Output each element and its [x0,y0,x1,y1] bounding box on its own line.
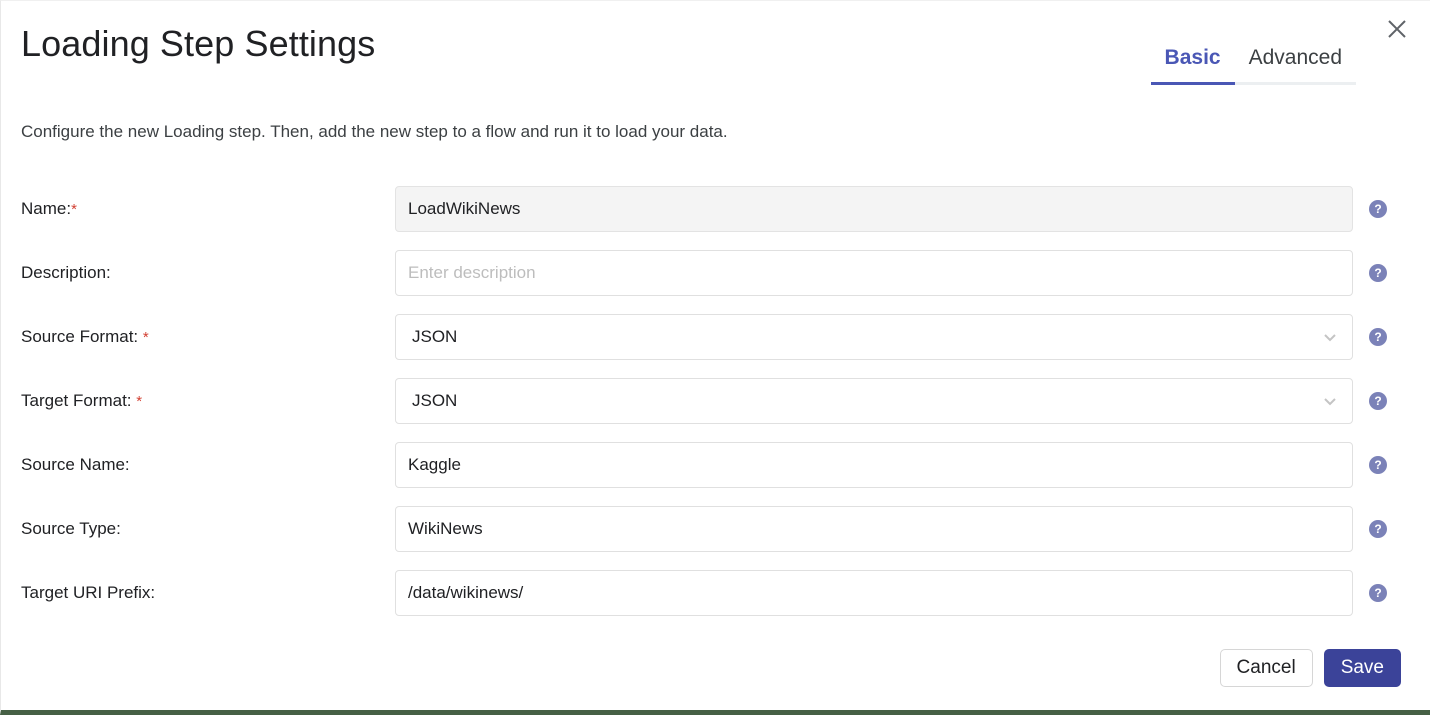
field-control-target-uri-prefix [395,570,1353,616]
help-icon-name[interactable]: ? [1369,200,1387,218]
help-icon-source-type[interactable]: ? [1369,520,1387,538]
loading-step-form: Name:* ? Description: ? Source Format: *… [1,177,1430,625]
loading-step-settings-dialog: Loading Step Settings Basic Advanced Con… [0,0,1430,715]
help-icon-description[interactable]: ? [1369,264,1387,282]
page-title: Loading Step Settings [21,22,375,66]
field-control-target-format: JSON [395,378,1353,424]
description-input[interactable] [395,250,1353,296]
dialog-instruction: Configure the new Loading step. Then, ad… [21,121,728,143]
form-row-description: Description: ? [1,241,1430,305]
help-icon-target-format[interactable]: ? [1369,392,1387,410]
help-icon-source-name[interactable]: ? [1369,456,1387,474]
field-label-source-type: Source Type: [21,518,121,540]
field-label-source-name: Source Name: [21,454,130,476]
help-icon-source-format[interactable]: ? [1369,328,1387,346]
dialog-tabs: Basic Advanced [1151,45,1356,85]
field-control-name [395,186,1353,232]
field-label-target-uri-prefix: Target URI Prefix: [21,582,155,604]
tab-basic[interactable]: Basic [1151,45,1235,85]
help-icon-target-uri-prefix[interactable]: ? [1369,584,1387,602]
name-input[interactable] [395,186,1353,232]
form-row-target-format: Target Format: * JSON ? [1,369,1430,433]
close-button[interactable] [1381,13,1413,45]
field-control-description [395,250,1353,296]
required-asterisk: * [71,201,77,218]
tab-advanced[interactable]: Advanced [1235,45,1356,85]
form-row-source-name: Source Name: ? [1,433,1430,497]
field-control-source-type [395,506,1353,552]
field-label-target-format: Target Format: * [21,390,142,413]
dialog-footer: Cancel Save [1220,649,1401,687]
field-control-source-format: JSON [395,314,1353,360]
field-label-name: Name:* [21,198,77,221]
dialog-header: Loading Step Settings Basic Advanced [1,1,1430,93]
form-row-source-format: Source Format: * JSON ? [1,305,1430,369]
field-control-source-name [395,442,1353,488]
save-button[interactable]: Save [1324,649,1401,687]
target-uri-prefix-input[interactable] [395,570,1353,616]
form-row-name: Name:* ? [1,177,1430,241]
source-type-input[interactable] [395,506,1353,552]
required-asterisk: * [136,393,142,410]
required-asterisk: * [143,329,149,346]
close-icon [1384,16,1410,42]
form-row-target-uri-prefix: Target URI Prefix: ? [1,561,1430,625]
field-label-source-format: Source Format: * [21,326,149,349]
source-name-input[interactable] [395,442,1353,488]
source-format-select[interactable]: JSON [395,314,1353,360]
target-format-select[interactable]: JSON [395,378,1353,424]
form-row-source-type: Source Type: ? [1,497,1430,561]
field-label-description: Description: [21,262,111,284]
cancel-button[interactable]: Cancel [1220,649,1313,687]
